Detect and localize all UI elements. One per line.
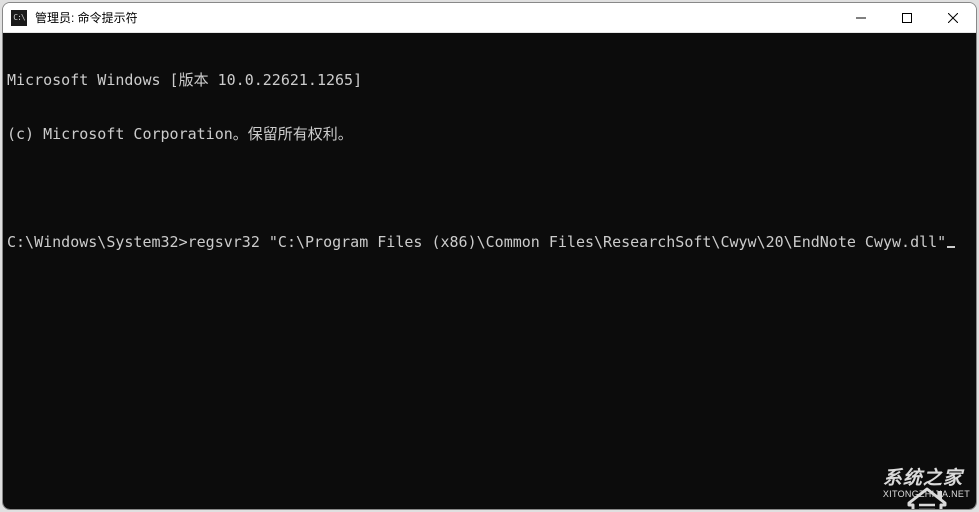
terminal-prompt: C:\Windows\System32> bbox=[7, 233, 188, 251]
terminal-prompt-line: C:\Windows\System32>regsvr32 "C:\Program… bbox=[7, 233, 972, 251]
minimize-button[interactable] bbox=[838, 3, 884, 32]
maximize-button[interactable] bbox=[884, 3, 930, 32]
terminal-output-line: (c) Microsoft Corporation。保留所有权利。 bbox=[7, 125, 972, 143]
close-button[interactable] bbox=[930, 3, 976, 32]
watermark: 系统之家 XITONGZHIJIA.NET bbox=[833, 465, 970, 503]
close-icon bbox=[948, 13, 958, 23]
cmd-icon: C:\ bbox=[11, 10, 27, 26]
minimize-icon bbox=[856, 13, 866, 23]
window-title: 管理员: 命令提示符 bbox=[35, 9, 838, 26]
command-prompt-window: C:\ 管理员: 命令提示符 Microsoft Windows [版 bbox=[2, 2, 977, 510]
terminal-output-line: Microsoft Windows [版本 10.0.22621.1265] bbox=[7, 71, 972, 89]
watermark-logo-icon bbox=[833, 465, 877, 503]
terminal-blank-line bbox=[7, 179, 972, 197]
window-controls bbox=[838, 3, 976, 32]
terminal-body[interactable]: Microsoft Windows [版本 10.0.22621.1265] (… bbox=[3, 33, 976, 509]
terminal-cursor bbox=[947, 246, 955, 248]
titlebar[interactable]: C:\ 管理员: 命令提示符 bbox=[3, 3, 976, 33]
terminal-command-input[interactable]: regsvr32 "C:\Program Files (x86)\Common … bbox=[188, 233, 947, 251]
maximize-icon bbox=[902, 13, 912, 23]
